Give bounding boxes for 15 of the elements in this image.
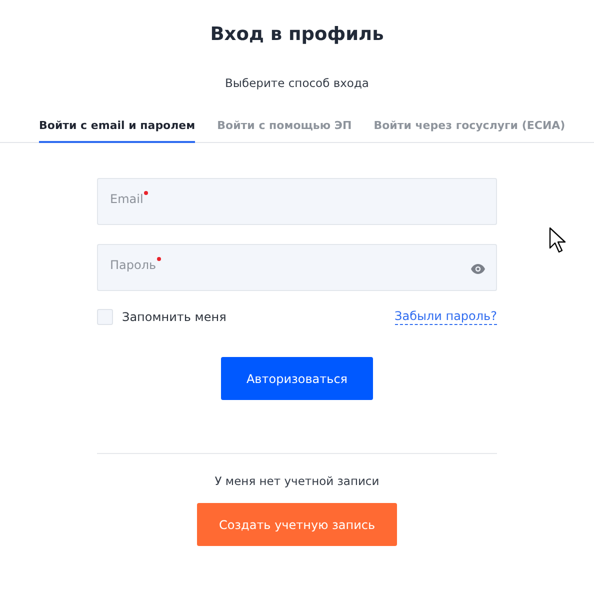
tab[interactable]: Войти с помощью ЭП <box>217 119 352 143</box>
pointer-cursor-icon <box>549 227 566 254</box>
page-title: Вход в профиль <box>209 23 385 45</box>
register-button[interactable]: Создать учетную запись <box>196 503 398 546</box>
email-field[interactable]: Email <box>97 178 497 225</box>
tab[interactable]: Войти с email и паролем <box>39 119 196 143</box>
password-field[interactable]: Пароль <box>97 244 497 291</box>
checkbox-label: Запомнить меня <box>122 310 226 324</box>
subtitle: Выберите способ входа <box>224 76 370 90</box>
no-account-text: У меня нет учетной записи <box>214 474 380 488</box>
checkbox[interactable] <box>97 309 113 325</box>
eye-icon[interactable] <box>471 264 485 274</box>
forgot-password-link[interactable]: Забыли пароль? <box>394 309 497 325</box>
tab[interactable]: Войти через госуслуги (ЕСИА) <box>374 119 566 143</box>
login-button[interactable]: Авторизоваться <box>221 357 373 400</box>
